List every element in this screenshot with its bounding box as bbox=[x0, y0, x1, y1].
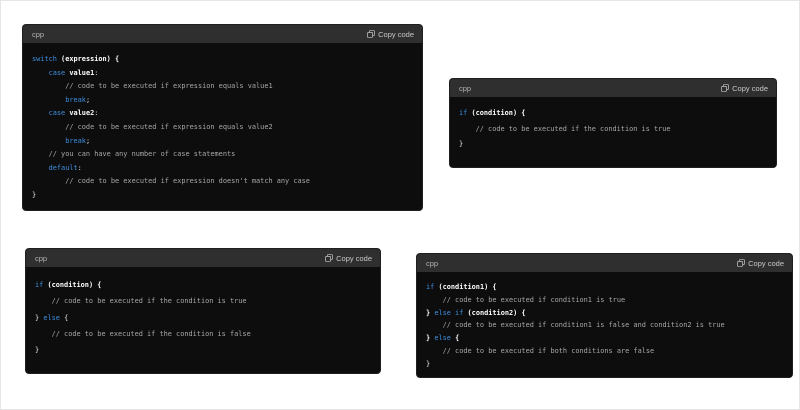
code-keyword: break bbox=[65, 136, 86, 145]
code-line: break; bbox=[32, 135, 413, 149]
code-text: (condition2) { bbox=[467, 308, 526, 317]
code-line: } bbox=[459, 137, 767, 153]
code-keyword: if bbox=[35, 281, 48, 289]
code-punct bbox=[32, 164, 49, 172]
language-label: cpp bbox=[35, 253, 48, 263]
code-line: } else { bbox=[426, 332, 783, 345]
language-label: cpp bbox=[32, 29, 45, 39]
code-comment: // code to be executed if the condition … bbox=[35, 329, 251, 338]
code-punct bbox=[32, 109, 49, 117]
code-text: { bbox=[455, 334, 460, 343]
copy-code-label: Copy code bbox=[336, 253, 372, 263]
code-header: cpp Copy code bbox=[26, 249, 380, 267]
code-text: (condition1) { bbox=[438, 283, 497, 291]
code-header: cpp Copy code bbox=[450, 79, 776, 97]
code-line: } bbox=[35, 342, 371, 358]
code-line: // code to be executed if the condition … bbox=[35, 326, 371, 342]
code-line: case value1: bbox=[32, 67, 413, 81]
copy-code-label: Copy code bbox=[732, 83, 768, 93]
code-line: // code to be executed if the condition … bbox=[35, 293, 371, 309]
copy-code-button[interactable]: Copy code bbox=[737, 259, 784, 268]
code-text: value1 bbox=[69, 68, 95, 77]
code-text: value2 bbox=[69, 109, 95, 118]
code-punct: ; bbox=[85, 136, 91, 145]
copy-code-button[interactable]: Copy code bbox=[325, 254, 372, 263]
code-line: // code to be executed if expression doe… bbox=[32, 175, 413, 189]
code-keyword: break bbox=[65, 95, 86, 104]
code-punct: } bbox=[35, 346, 40, 355]
code-text: (condition) { bbox=[47, 281, 102, 289]
code-keyword: case bbox=[48, 109, 70, 118]
code-comment: // code to be executed if expression equ… bbox=[32, 82, 273, 91]
code-line: } else { bbox=[35, 310, 371, 326]
code-keyword: default bbox=[48, 163, 78, 172]
code-comment: // you can have any number of case state… bbox=[32, 150, 236, 159]
code-line: // code to be executed if the condition … bbox=[459, 122, 767, 138]
language-label: cpp bbox=[459, 83, 472, 93]
code-line: switch (expression) { bbox=[32, 53, 413, 67]
code-punct: : bbox=[94, 109, 99, 118]
code-body: if (condition) { // code to be executed … bbox=[26, 267, 380, 369]
copy-code-button[interactable]: Copy code bbox=[721, 84, 768, 93]
code-keyword: if bbox=[426, 283, 439, 291]
code-line: default: bbox=[32, 162, 413, 176]
code-punct: } bbox=[32, 190, 37, 199]
copy-icon bbox=[367, 30, 375, 38]
code-block-if-else-if: cpp Copy code if (condition1) { // code … bbox=[417, 254, 792, 377]
copy-code-label: Copy code bbox=[378, 29, 414, 39]
copy-code-label: Copy code bbox=[748, 258, 784, 268]
code-comment: // code to be executed if both condition… bbox=[426, 346, 655, 355]
code-line: } else if (condition2) { bbox=[426, 307, 783, 320]
code-keyword: if bbox=[459, 109, 472, 117]
code-body: if (condition1) { // code to be executed… bbox=[417, 272, 792, 377]
code-keyword: switch bbox=[32, 55, 62, 63]
code-keyword: else if bbox=[434, 308, 468, 317]
code-header: cpp Copy code bbox=[417, 254, 792, 272]
code-line: // code to be executed if expression equ… bbox=[32, 121, 413, 135]
code-line: if (condition1) { bbox=[426, 281, 783, 294]
code-punct bbox=[32, 69, 49, 77]
code-punct: ; bbox=[85, 95, 91, 104]
code-keyword: case bbox=[48, 68, 70, 77]
code-comment: // code to be executed if the condition … bbox=[35, 297, 247, 306]
code-comment: // code to be executed if the condition … bbox=[459, 124, 671, 133]
copy-icon bbox=[325, 254, 333, 262]
code-comment: // code to be executed if condition1 is … bbox=[426, 321, 725, 330]
code-body: switch (expression) { case value1: // co… bbox=[23, 43, 422, 210]
copy-code-button[interactable]: Copy code bbox=[367, 30, 414, 39]
code-line: if (condition) { bbox=[35, 277, 371, 293]
code-line: // you can have any number of case state… bbox=[32, 148, 413, 162]
code-punct: } bbox=[426, 359, 431, 368]
code-text: (condition) { bbox=[471, 109, 526, 117]
copy-icon bbox=[721, 84, 729, 92]
code-line: // code to be executed if expression equ… bbox=[32, 80, 413, 94]
code-punct bbox=[32, 137, 65, 145]
code-block-switch: cpp Copy code switch (expression) { case… bbox=[23, 25, 422, 210]
code-block-if: cpp Copy code if (condition) { // code t… bbox=[450, 79, 776, 167]
code-comment: // code to be executed if expression equ… bbox=[32, 122, 273, 131]
code-line: if (condition) { bbox=[459, 106, 767, 122]
code-header: cpp Copy code bbox=[23, 25, 422, 43]
code-text: (expression) { bbox=[61, 55, 120, 63]
code-line: // code to be executed if both condition… bbox=[426, 345, 783, 358]
code-keyword: else bbox=[43, 313, 65, 322]
code-line: break; bbox=[32, 94, 413, 108]
code-line: } bbox=[426, 358, 783, 371]
code-punct: : bbox=[94, 68, 99, 77]
code-comment: // code to be executed if expression doe… bbox=[32, 177, 310, 186]
language-label: cpp bbox=[426, 258, 439, 268]
code-comment: // code to be executed if condition1 is … bbox=[426, 295, 626, 304]
code-line: case value2: bbox=[32, 107, 413, 121]
code-punct: } bbox=[459, 140, 464, 148]
copy-icon bbox=[737, 259, 745, 267]
code-line: } bbox=[32, 189, 413, 203]
code-line: // code to be executed if condition1 is … bbox=[426, 294, 783, 307]
code-punct bbox=[32, 96, 65, 104]
code-punct: : bbox=[77, 163, 82, 172]
code-body: if (condition) { // code to be executed … bbox=[450, 97, 776, 164]
code-keyword: else bbox=[434, 334, 456, 343]
code-punct: { bbox=[64, 313, 69, 322]
code-line: // code to be executed if condition1 is … bbox=[426, 319, 783, 332]
code-block-if-else: cpp Copy code if (condition) { // code t… bbox=[26, 249, 380, 373]
